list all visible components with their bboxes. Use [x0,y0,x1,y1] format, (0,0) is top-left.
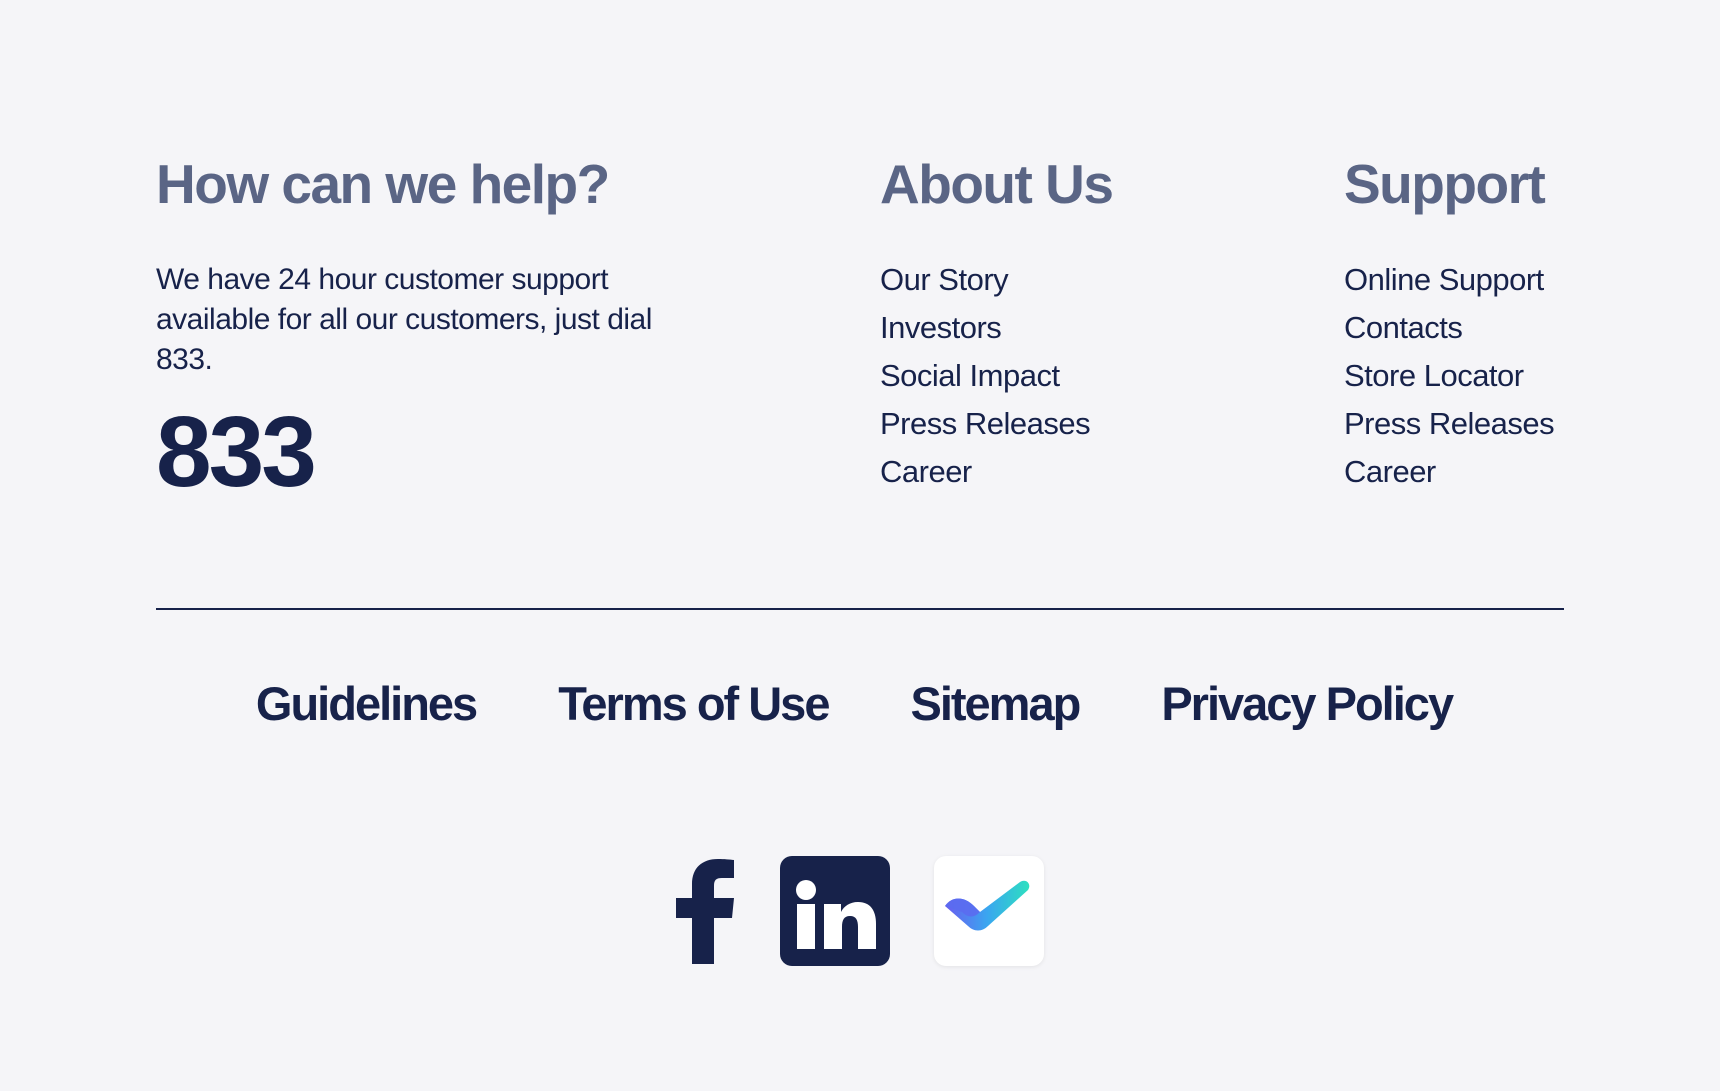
help-heading: How can we help? [156,153,610,215]
about-link-social-impact[interactable]: Social Impact [880,352,1112,400]
sitemap-link[interactable]: Sitemap [910,674,1081,734]
support-heading: Support [1344,153,1546,215]
support-section: Support Online Support Contacts Store Lo… [1344,148,1555,496]
linkedin-icon[interactable] [780,856,890,966]
legal-links: Guidelines Terms of Use Sitemap Privacy … [0,674,1720,734]
facebook-icon[interactable] [676,856,736,966]
footer-divider [156,608,1564,610]
support-links: Online Support Contacts Store Locator Pr… [1344,256,1555,496]
support-link-career[interactable]: Career [1344,448,1554,496]
support-phone-number[interactable]: 833 [156,402,696,502]
support-link-store-locator[interactable]: Store Locator [1344,352,1554,400]
terms-of-use-link[interactable]: Terms of Use [558,674,830,734]
checkmark-app-icon[interactable] [934,856,1044,966]
social-links [0,856,1720,966]
help-section: How can we help? We have 24 hour custome… [156,148,696,502]
about-link-career[interactable]: Career [880,448,1112,496]
guidelines-link[interactable]: Guidelines [256,674,478,734]
about-us-links: Our Story Investors Social Impact Press … [880,256,1112,496]
about-us-heading: About Us [880,153,1114,215]
support-link-contacts[interactable]: Contacts [1344,304,1554,352]
about-link-press-releases[interactable]: Press Releases [880,400,1112,448]
help-description: We have 24 hour customer support availab… [156,263,652,376]
about-link-our-story[interactable]: Our Story [880,256,1112,304]
support-link-press-releases[interactable]: Press Releases [1344,400,1555,448]
privacy-policy-link[interactable]: Privacy Policy [1161,674,1454,734]
support-link-online-support[interactable]: Online Support [1344,256,1554,304]
about-link-investors[interactable]: Investors [880,304,1112,352]
about-us-section: About Us Our Story Investors Social Impa… [880,148,1114,496]
